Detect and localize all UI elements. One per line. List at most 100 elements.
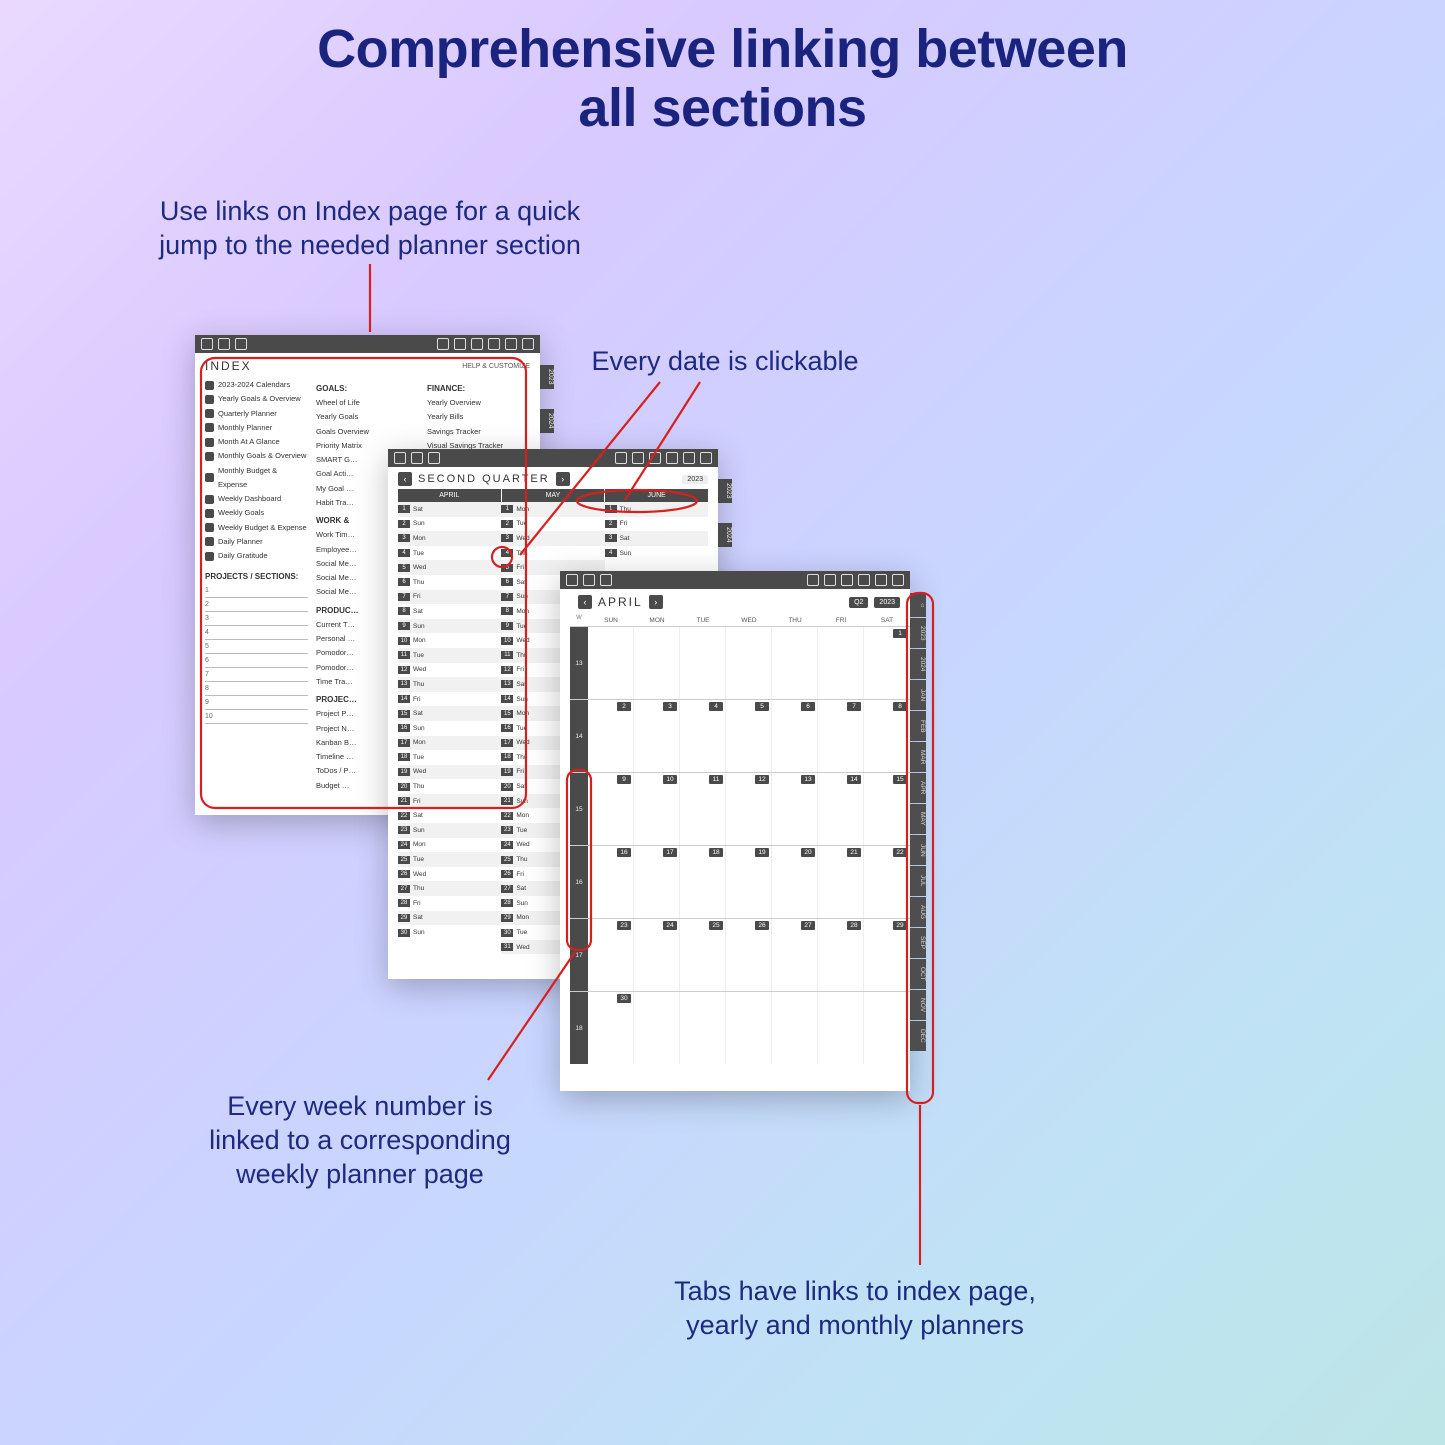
- month-header-june[interactable]: JUNE: [605, 489, 708, 502]
- month-day-cell[interactable]: 4: [680, 700, 726, 772]
- month-day-cell[interactable]: 10: [634, 773, 680, 845]
- index-link[interactable]: Quarterly Planner: [205, 407, 308, 421]
- quarter-day[interactable]: 4Sun: [605, 546, 708, 561]
- q-icon[interactable]: [454, 338, 466, 350]
- quarter-day[interactable]: 19Wed: [398, 765, 501, 780]
- d-icon[interactable]: [505, 338, 517, 350]
- index-help[interactable]: HELP & CUSTOMIZE: [462, 363, 530, 370]
- month-day-cell[interactable]: 24: [634, 919, 680, 991]
- quarter-day[interactable]: 4Thu: [501, 546, 604, 561]
- quarter-day[interactable]: 11Tue: [398, 648, 501, 663]
- index-link[interactable]: Weekly Budget & Expense: [205, 521, 308, 535]
- month-day-cell[interactable]: 8: [864, 700, 910, 772]
- bookmark-icon[interactable]: [411, 452, 423, 464]
- quarter-day[interactable]: 20Thu: [398, 779, 501, 794]
- index-link[interactable]: Monthly Goals & Overview: [205, 449, 308, 463]
- bookmark-icon[interactable]: [583, 574, 595, 586]
- month-day-cell[interactable]: [634, 992, 680, 1064]
- quarter-day[interactable]: 3Mon: [398, 531, 501, 546]
- quarter-day[interactable]: 23Sun: [398, 823, 501, 838]
- month-header-may[interactable]: MAY: [502, 489, 606, 502]
- week-number[interactable]: 18: [570, 992, 588, 1064]
- project-slot[interactable]: 4: [205, 626, 308, 640]
- month-day-cell[interactable]: [680, 992, 726, 1064]
- quarter-day[interactable]: 13Thu: [398, 677, 501, 692]
- week-number[interactable]: 15: [570, 773, 588, 845]
- quarter-day[interactable]: 22Sat: [398, 808, 501, 823]
- quarter-day[interactable]: 12Wed: [398, 663, 501, 678]
- quarter-day[interactable]: 26Wed: [398, 867, 501, 882]
- check-icon[interactable]: [600, 574, 612, 586]
- month-day-cell[interactable]: 9: [588, 773, 634, 845]
- tab-sep[interactable]: SEP: [910, 928, 926, 958]
- y-icon[interactable]: [437, 338, 449, 350]
- index-side-2023[interactable]: 2023: [540, 365, 554, 389]
- month-day-cell[interactable]: 22: [864, 846, 910, 918]
- month-day-cell[interactable]: [864, 992, 910, 1064]
- project-slot[interactable]: 10: [205, 710, 308, 724]
- project-slot[interactable]: 6: [205, 654, 308, 668]
- month-day-cell[interactable]: 11: [680, 773, 726, 845]
- d-icon[interactable]: [683, 452, 695, 464]
- week-number[interactable]: 16: [570, 846, 588, 918]
- m-icon[interactable]: [471, 338, 483, 350]
- month-header-april[interactable]: APRIL: [398, 489, 502, 502]
- month-day-cell[interactable]: 26: [726, 919, 772, 991]
- quarter-day[interactable]: 7Fri: [398, 590, 501, 605]
- back-icon[interactable]: [892, 574, 904, 586]
- month-day-cell[interactable]: 18: [680, 846, 726, 918]
- month-quarter-chip[interactable]: Q2: [849, 597, 868, 608]
- tab-nov[interactable]: NOV: [910, 990, 926, 1020]
- month-day-cell[interactable]: 29: [864, 919, 910, 991]
- quarter-day[interactable]: 8Sat: [398, 604, 501, 619]
- index-link[interactable]: Weekly Dashboard: [205, 492, 308, 506]
- m-icon[interactable]: [649, 452, 661, 464]
- month-day-cell[interactable]: 1: [864, 627, 910, 699]
- month-day-cell[interactable]: 3: [634, 700, 680, 772]
- month-day-cell[interactable]: [818, 627, 864, 699]
- quarter-day[interactable]: 4Tue: [398, 546, 501, 561]
- quarter-day[interactable]: 3Wed: [501, 531, 604, 546]
- tab-aug[interactable]: AUG: [910, 897, 926, 927]
- month-day-cell[interactable]: 15: [864, 773, 910, 845]
- index-link[interactable]: Daily Gratitude: [205, 549, 308, 563]
- quarter-day[interactable]: 2Tue: [501, 517, 604, 532]
- index-link[interactable]: Yearly Goals & Overview: [205, 392, 308, 406]
- quarter-day[interactable]: 6Thu: [398, 575, 501, 590]
- tab-feb[interactable]: FEB: [910, 711, 926, 741]
- q-icon[interactable]: [824, 574, 836, 586]
- back-icon[interactable]: [700, 452, 712, 464]
- quarter-day[interactable]: 27Thu: [398, 881, 501, 896]
- project-slot[interactable]: 2: [205, 598, 308, 612]
- quarter-day[interactable]: 16Sun: [398, 721, 501, 736]
- home-icon[interactable]: [394, 452, 406, 464]
- w-icon[interactable]: [858, 574, 870, 586]
- tab-jul[interactable]: JUL: [910, 866, 926, 896]
- quarter-day[interactable]: 2Fri: [605, 517, 708, 532]
- index-link[interactable]: Monthly Budget & Expense: [205, 464, 308, 493]
- quarter-day[interactable]: 29Sat: [398, 911, 501, 926]
- month-day-cell[interactable]: 6: [772, 700, 818, 772]
- index-link[interactable]: Yearly Overview: [427, 396, 530, 410]
- month-day-cell[interactable]: 5: [726, 700, 772, 772]
- quarter-day[interactable]: 1Sat: [398, 502, 501, 517]
- w-icon[interactable]: [666, 452, 678, 464]
- tab-mar[interactable]: MAR: [910, 742, 926, 772]
- index-link[interactable]: 2023-2024 Calendars: [205, 378, 308, 392]
- week-number[interactable]: 13: [570, 627, 588, 699]
- index-link[interactable]: Daily Planner: [205, 535, 308, 549]
- d-icon[interactable]: [875, 574, 887, 586]
- month-day-cell[interactable]: 7: [818, 700, 864, 772]
- tab-home[interactable]: ⌂: [910, 593, 926, 617]
- quarter-day[interactable]: 3Sat: [605, 531, 708, 546]
- quarter-day[interactable]: 1Mon: [501, 502, 604, 517]
- quarter-year[interactable]: 2023: [682, 475, 708, 484]
- y-icon[interactable]: [615, 452, 627, 464]
- month-day-cell[interactable]: 28: [818, 919, 864, 991]
- month-day-cell[interactable]: 27: [772, 919, 818, 991]
- quarter-day[interactable]: 21Fri: [398, 794, 501, 809]
- w-icon[interactable]: [488, 338, 500, 350]
- quarter-day[interactable]: 10Mon: [398, 633, 501, 648]
- project-slot[interactable]: 8: [205, 682, 308, 696]
- quarter-day[interactable]: 25Tue: [398, 852, 501, 867]
